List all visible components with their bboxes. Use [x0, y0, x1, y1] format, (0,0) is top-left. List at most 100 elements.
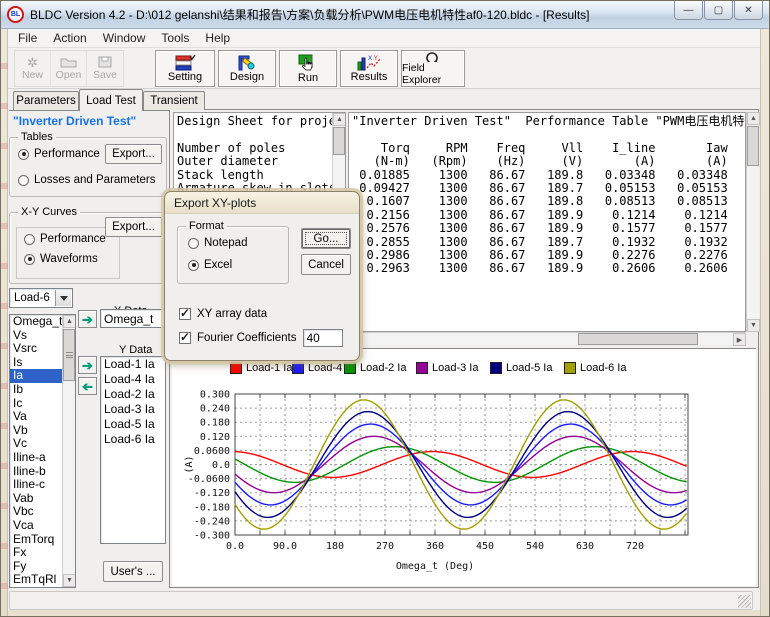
arrow-right-icon: ➔ [82, 359, 93, 372]
variable-item-vb[interactable]: Vb [10, 424, 62, 438]
variable-item-iline-a[interactable]: Iline-a [10, 451, 62, 465]
xy-export-button[interactable]: Export... [105, 217, 162, 237]
tab-parameters[interactable]: Parameters [13, 91, 79, 110]
variable-item-vc[interactable]: Vc [10, 437, 62, 451]
variables-scrollbar[interactable]: ▲ ▼ [62, 315, 75, 587]
svg-text:0.0: 0.0 [226, 541, 244, 552]
tables-export-button[interactable]: Export... [105, 144, 162, 164]
tables-option-losses-and-parameters[interactable]: Losses and Parameters [18, 174, 155, 186]
tab-load-test[interactable]: Load Test [79, 89, 143, 111]
scroll-up-icon[interactable]: ▲ [747, 112, 760, 125]
scroll-up-icon[interactable]: ▲ [333, 113, 346, 126]
menu-tools[interactable]: Tools [153, 29, 197, 47]
performance-table-text: "Inverter Driven Test" Performance Table… [349, 113, 745, 278]
variable-item-emtorq[interactable]: EmTorq [10, 533, 62, 547]
variable-item-va[interactable]: Va [10, 410, 62, 424]
x-data-input[interactable] [100, 309, 166, 328]
y-data-item-load-6-ia[interactable]: Load-6 Ia [101, 432, 165, 447]
file-button-group: ✲ New Open Save [14, 50, 124, 87]
field-explorer-button[interactable]: Field Explorer [401, 50, 465, 87]
variable-item-ia[interactable]: Ia [10, 369, 62, 383]
variable-item-vca[interactable]: Vca [10, 519, 62, 533]
y-data-item-load-4-ia[interactable]: Load-4 Ia [101, 372, 165, 387]
caption-buttons: —▢✕ [673, 1, 763, 20]
menu-action[interactable]: Action [45, 29, 94, 47]
waveform-chart-panel: Load-1 IaLoad-4 IaLoad-2 IaLoad-3 IaLoad… [172, 348, 756, 586]
tab-transient[interactable]: Transient [143, 91, 205, 110]
window-title: BLDC Version 4.2 - D:\012 gelanshi\结果和报告… [30, 6, 590, 23]
format-option-excel[interactable]: Excel [188, 259, 232, 271]
variable-item-is[interactable]: Is [10, 356, 62, 370]
fourier-count-input[interactable] [303, 329, 343, 347]
legend-swatch-icon [230, 362, 242, 374]
menu-help[interactable]: Help [197, 29, 238, 47]
variables-listbox[interactable]: Omega_tVsVsrcIsIaIbIcVaVbVcIline-aIline-… [9, 314, 76, 588]
variable-item-fx[interactable]: Fx [10, 546, 62, 560]
scroll-right-icon[interactable]: ▶ [733, 333, 746, 346]
y-data-item-load-2-ia[interactable]: Load-2 Ia [101, 387, 165, 402]
fourier-coefficients-checkbox[interactable]: Fourier Coefficients [179, 329, 343, 347]
y-data-item-load-5-ia[interactable]: Load-5 Ia [101, 417, 165, 432]
svg-text:-0.120: -0.120 [194, 488, 230, 499]
table-hscrollbar[interactable]: ◀ ▶ [348, 332, 746, 345]
run-button[interactable]: Run [279, 50, 337, 87]
y-data-add-button[interactable]: ➔ [78, 356, 97, 374]
scroll-thumb[interactable] [578, 333, 698, 345]
variable-item-omega-t[interactable]: Omega_t [10, 315, 62, 329]
toolbar: ✲ New Open Save Setting [2, 48, 768, 89]
load-select-value: Load-6 [14, 292, 50, 304]
y-data-listbox[interactable]: Load-1 IaLoad-4 IaLoad-2 IaLoad-3 IaLoad… [100, 356, 166, 544]
scroll-down-icon[interactable]: ▼ [63, 574, 76, 587]
radio-icon [18, 149, 29, 160]
xy-array-data-checkbox[interactable]: XY array data [179, 308, 267, 320]
window-bottom-border [1, 610, 769, 616]
variable-item-iline-c[interactable]: Iline-c [10, 478, 62, 492]
format-option-notepad[interactable]: Notepad [188, 237, 247, 249]
variable-item-vbc[interactable]: Vbc [10, 505, 62, 519]
tables-option-performance[interactable]: Performance [18, 148, 100, 160]
performance-table-panel[interactable]: "Inverter Driven Test" Performance Table… [348, 112, 746, 332]
scroll-thumb[interactable] [333, 127, 345, 155]
variable-item-ib[interactable]: Ib [10, 383, 62, 397]
legend-swatch-icon [416, 362, 428, 374]
results-button[interactable]: X Y Results [340, 50, 398, 87]
maximize-button[interactable]: ▢ [704, 1, 733, 20]
variable-item-iline-b[interactable]: Iline-b [10, 465, 62, 479]
title-bar[interactable]: BL BLDC Version 4.2 - D:\012 gelanshi\结果… [1, 1, 769, 29]
scroll-thumb[interactable] [747, 126, 759, 166]
menu-window[interactable]: Window [95, 29, 154, 47]
resize-grip[interactable] [738, 595, 751, 608]
variable-item-emtqrl[interactable]: EmTqRl [10, 573, 62, 587]
x-data-assign-button[interactable]: ➔ [78, 310, 97, 328]
variable-item-vsrc[interactable]: Vsrc [10, 342, 62, 356]
design-button[interactable]: Design [218, 50, 276, 87]
dialog-title-bar[interactable]: Export XY-plots [165, 192, 359, 214]
window-left-border [1, 29, 8, 616]
xy-option-waveforms[interactable]: Waveforms [24, 253, 98, 265]
scroll-up-icon[interactable]: ▲ [63, 315, 76, 328]
scroll-down-icon[interactable]: ▼ [747, 319, 760, 332]
variable-item-vab[interactable]: Vab [10, 492, 62, 506]
y-data-item-load-1-ia[interactable]: Load-1 Ia [101, 357, 165, 372]
save-button[interactable]: Save [87, 51, 123, 86]
setting-button[interactable]: Setting [155, 50, 215, 87]
minimize-button[interactable]: — [674, 1, 703, 20]
y-data-item-load-3-ia[interactable]: Load-3 Ia [101, 402, 165, 417]
chevron-down-icon[interactable] [55, 290, 71, 306]
variable-item-ic[interactable]: Ic [10, 397, 62, 411]
table-vscrollbar[interactable]: ▲ ▼ [746, 112, 759, 332]
variable-item-fy[interactable]: Fy [10, 560, 62, 574]
go-button[interactable]: Go... [301, 228, 351, 249]
close-button[interactable]: ✕ [734, 1, 763, 20]
variable-item-vs[interactable]: Vs [10, 329, 62, 343]
open-button[interactable]: Open [51, 51, 87, 86]
new-button[interactable]: ✲ New [15, 51, 51, 86]
menu-file[interactable]: File [10, 29, 45, 47]
scroll-thumb[interactable] [63, 329, 75, 381]
load-select[interactable]: Load-6 [9, 288, 73, 308]
xy-option-performance[interactable]: Performance [24, 233, 106, 245]
y-data-remove-button[interactable]: ➔ [78, 377, 97, 395]
svg-text:360: 360 [426, 541, 444, 552]
cancel-button[interactable]: Cancel [301, 254, 351, 275]
users-button[interactable]: User's ... [103, 561, 163, 582]
